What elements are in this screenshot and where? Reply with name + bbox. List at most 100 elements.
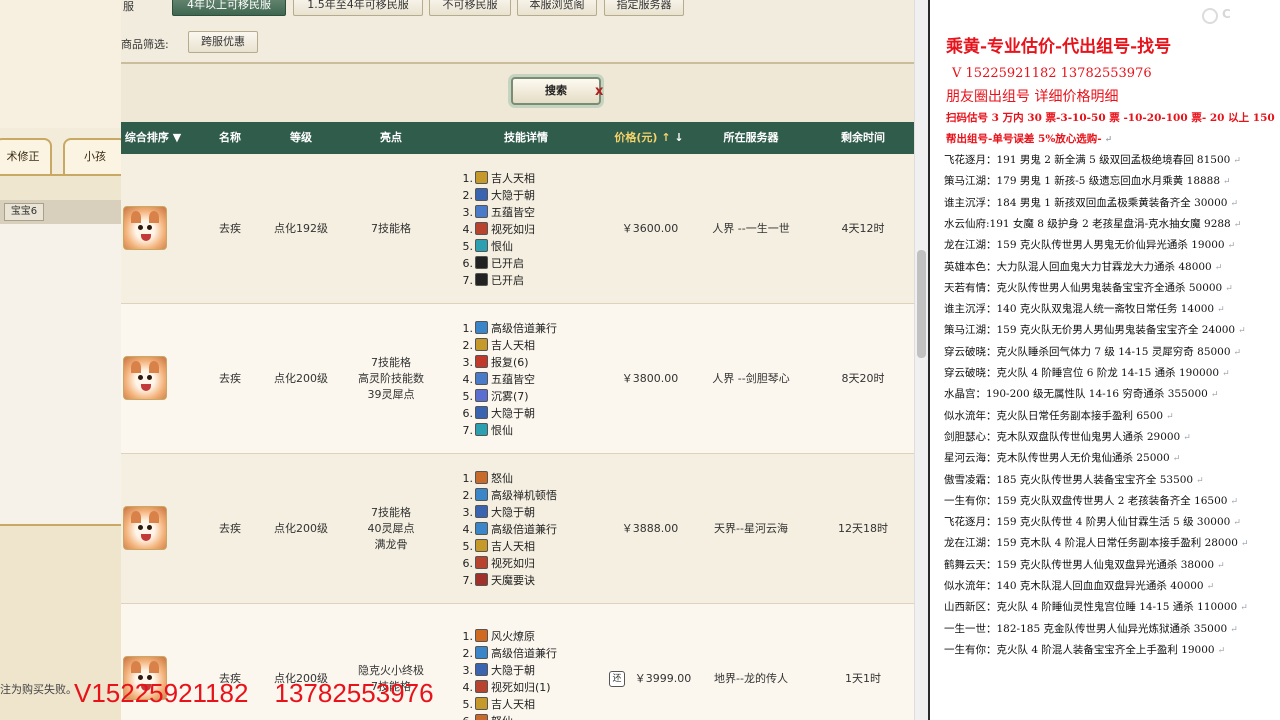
doc-listing-text: 似水流年：140 克木队混人回血血双盘异光通杀 40000: [944, 580, 1204, 592]
skill-icon[interactable]: [475, 170, 488, 184]
skill-item[interactable]: 2. 吉人天相: [461, 337, 535, 354]
skill-item[interactable]: 2. 高级禅机顿悟: [461, 487, 557, 504]
skill-item[interactable]: 2. 高级倍道兼行: [461, 645, 557, 662]
skill-item[interactable]: 3. 五蕴皆空: [461, 204, 535, 221]
return-arrow-icon: ↵: [1238, 326, 1246, 337]
pet-avatar[interactable]: [123, 506, 167, 550]
skill-item[interactable]: 5. 吉人天相: [461, 696, 535, 713]
skill-item[interactable]: 4. 五蕴皆空: [461, 371, 535, 388]
filter-specific-server-button[interactable]: 指定服务器: [604, 0, 684, 16]
filter-1_5-4yr-migrate-button[interactable]: 1.5年至4年可移民服: [293, 0, 423, 16]
skill-item[interactable]: 3. 报复(6): [461, 354, 529, 371]
skill-item[interactable]: 7. 已开启: [461, 272, 524, 289]
search-button[interactable]: 搜索: [511, 77, 601, 105]
skill-icon[interactable]: [475, 354, 488, 368]
skill-name: 大隐于朝: [491, 664, 535, 677]
filter-no-migrate-button[interactable]: 不可移民服: [429, 0, 511, 16]
skill-icon[interactable]: [475, 572, 488, 586]
skill-icon[interactable]: [475, 405, 488, 419]
price-cell: ￥3800.00: [621, 372, 679, 385]
skill-icon[interactable]: [475, 337, 488, 351]
skill-icon[interactable]: [475, 204, 488, 218]
skill-item[interactable]: 3. 大隐于朝: [461, 662, 535, 679]
tab-skill-fix[interactable]: 术修正: [0, 138, 52, 174]
skill-icon[interactable]: [475, 629, 488, 642]
skill-icon[interactable]: [475, 538, 488, 552]
skill-icon[interactable]: [475, 187, 488, 201]
skill-index: 3.: [462, 355, 474, 369]
price-header[interactable]: 价格(元) ↑ ↓: [609, 122, 689, 154]
skill-name: 吉人天相: [491, 539, 535, 553]
cross-server-discount-button[interactable]: 跨服优惠: [188, 31, 258, 53]
main-scrollbar-thumb[interactable]: [917, 250, 926, 358]
skill-icon[interactable]: [475, 255, 488, 269]
skill-item[interactable]: 7. 天魔要诀: [461, 572, 535, 589]
skill-name: 已开启: [491, 273, 524, 287]
table-row[interactable]: 去疾 点化192级 7技能格 1. 吉人天相 2. 大隐于朝 3. 五蕴皆空 4. 视死如归 5. 恨仙…: [121, 154, 914, 304]
skill-icon[interactable]: [475, 487, 488, 501]
arrow-up-icon[interactable]: ↑: [661, 131, 670, 144]
skill-icon[interactable]: [475, 663, 488, 676]
bargain-badge[interactable]: 还: [609, 671, 625, 687]
table-row[interactable]: 去疾 点化200级 7技能格 40灵犀点 满龙骨 1. 怒仙 2. 高级禅机顿悟 3. 大隐于朝 4.…: [121, 454, 914, 604]
skill-item[interactable]: 1. 吉人天相: [461, 170, 535, 187]
return-arrow-icon: ↵: [1196, 475, 1204, 486]
skill-index: 7.: [462, 273, 474, 287]
sort-composite-header[interactable]: 综合排序 ▼: [121, 122, 185, 154]
skill-icon[interactable]: [475, 521, 488, 535]
clear-search-icon[interactable]: x: [595, 84, 603, 99]
filter-local-browse-button[interactable]: 本服浏览阁: [517, 0, 597, 16]
skill-item[interactable]: 2. 大隐于朝: [461, 187, 535, 204]
skill-index: 3.: [462, 664, 474, 677]
skill-name: 高级禅机顿悟: [491, 488, 557, 502]
skill-icon[interactable]: [475, 504, 488, 518]
skill-item[interactable]: 4. 视死如归(1): [461, 679, 551, 696]
skill-item[interactable]: 5. 恨仙: [461, 238, 513, 255]
skill-item[interactable]: 1. 怒仙: [461, 470, 513, 487]
skill-item[interactable]: 4. 视死如归: [461, 221, 535, 238]
skill-item[interactable]: 5. 吉人天相: [461, 538, 535, 555]
skill-item[interactable]: 1. 风火燎原: [461, 628, 535, 645]
skill-item[interactable]: 3. 大隐于朝: [461, 504, 535, 521]
return-arrow-icon: ↵: [1217, 560, 1225, 571]
tab-child[interactable]: 小孩: [63, 138, 121, 174]
skill-icon[interactable]: [475, 388, 488, 402]
subtab-pet6[interactable]: 宝宝6: [4, 203, 44, 221]
table-row[interactable]: 去疾 点化200级 7技能格 高灵阶技能数 39灵犀点 1. 高级倍道兼行 2. 吉人天相 3. 报…: [121, 304, 914, 454]
skill-item[interactable]: 5. 沉雾(7): [461, 388, 529, 405]
main-scrollbar-track[interactable]: [914, 0, 928, 720]
skill-icon[interactable]: [475, 238, 488, 252]
skill-item[interactable]: 6. 大隐于朝: [461, 405, 535, 422]
skill-icon[interactable]: [475, 320, 488, 334]
arrow-down-icon[interactable]: ↓: [674, 131, 683, 144]
skill-icon[interactable]: [475, 714, 488, 720]
doc-listing-line: 天若有情：克火队传世男人仙男鬼装备宝宝齐全通杀 50000 ↵: [944, 280, 1233, 295]
skill-icon[interactable]: [475, 555, 488, 569]
skill-icon[interactable]: [475, 680, 488, 693]
skill-icon[interactable]: [475, 470, 488, 484]
skill-icon[interactable]: [475, 272, 488, 286]
skill-icon[interactable]: [475, 697, 488, 710]
skill-index: 1.: [462, 171, 474, 185]
filter-4yr-migrate-button[interactable]: 4年以上可移民服: [172, 0, 286, 16]
doc-listing-text: 谁主沉浮：140 克火队双鬼混人统一斋牧日常任务 14000: [944, 303, 1215, 316]
skill-item[interactable]: 7. 恨仙: [461, 422, 513, 439]
skill-item[interactable]: 6. 视死如归: [461, 555, 535, 572]
skill-icon[interactable]: [475, 371, 488, 385]
skill-icon[interactable]: [475, 221, 488, 235]
server-header: 所在服务器: [723, 131, 779, 144]
pet-avatar[interactable]: [123, 206, 167, 250]
skill-name: 报复(6): [491, 355, 529, 369]
highlight-item: 7技能格: [371, 506, 411, 519]
pet-avatar[interactable]: [123, 356, 167, 400]
skill-icon[interactable]: [475, 422, 488, 436]
doc-listing-line: 穿云破晓：克火队睡杀回气体力 7 级 14-15 灵犀穷奇 85000 ↵: [944, 344, 1241, 359]
return-arrow-icon: ↵: [1233, 156, 1241, 166]
overlay-number-2: 13782553976: [274, 678, 434, 708]
skill-icon[interactable]: [475, 646, 488, 659]
skill-item[interactable]: 6. 已开启: [461, 255, 524, 272]
skill-item[interactable]: 6. 怒仙: [461, 713, 513, 720]
skill-item[interactable]: 1. 高级倍道兼行: [461, 320, 557, 337]
skill-item[interactable]: 4. 高级倍道兼行: [461, 521, 557, 538]
doc-listing-text: 英雄本色：大力队混人回血鬼大力甘霖龙大力通杀 48000: [944, 260, 1212, 273]
